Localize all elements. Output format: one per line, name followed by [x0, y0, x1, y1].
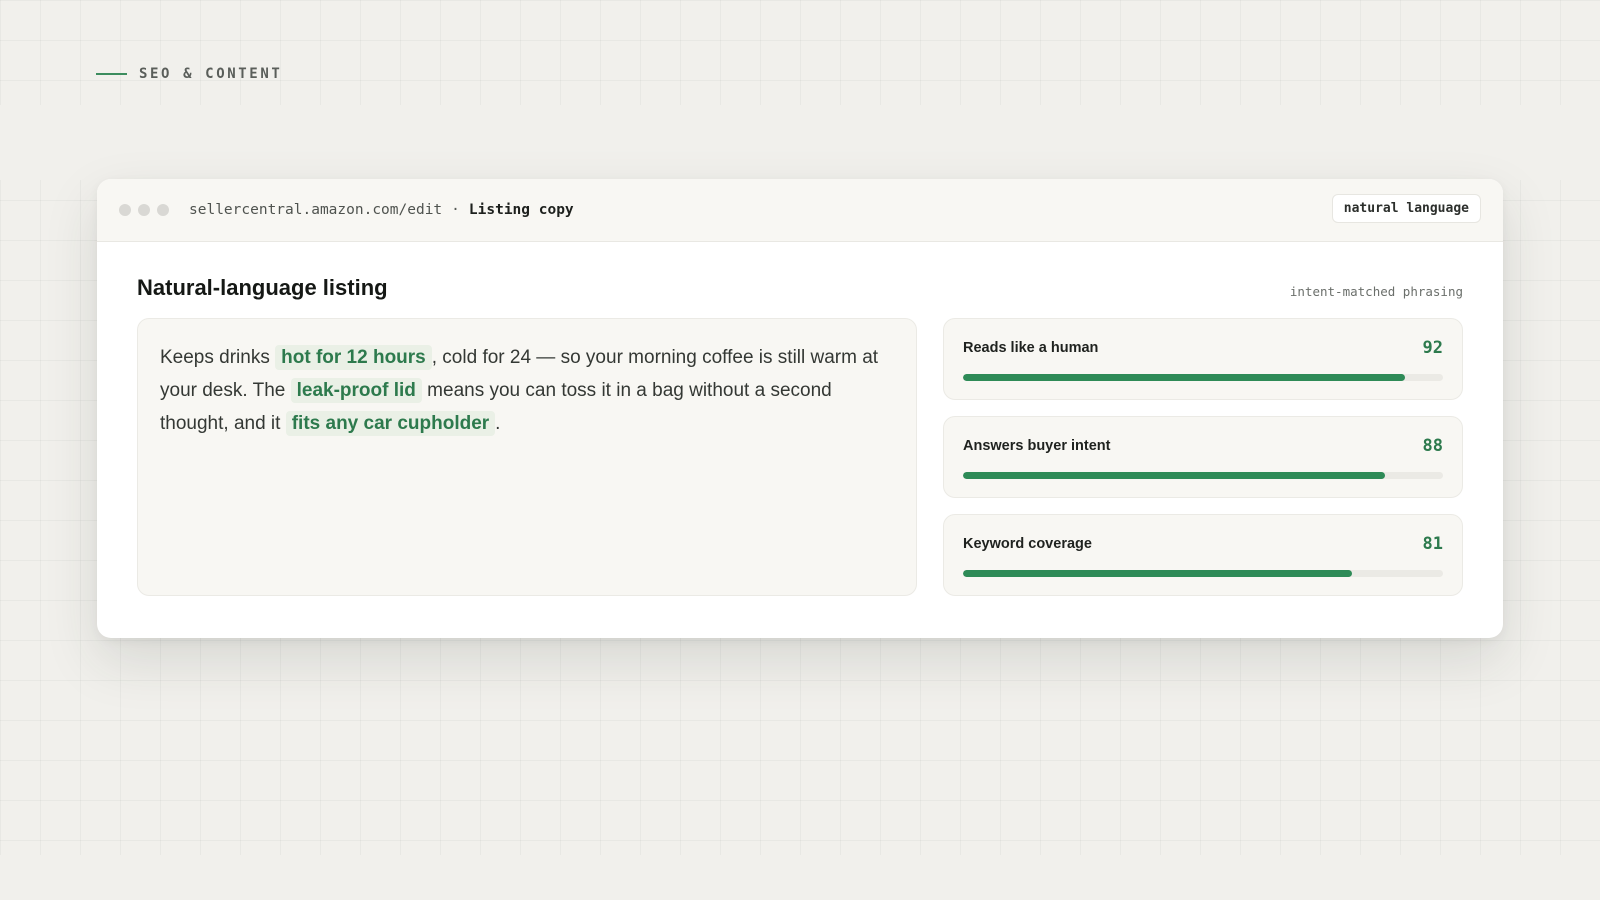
page-title: Natural-language listing: [137, 275, 388, 300]
metric-card: Reads like a human 92: [943, 318, 1463, 400]
highlighted-phrase: leak-proof lid: [290, 378, 422, 403]
score-panel: Reads like a human 92 Answers buyer inte…: [943, 318, 1463, 596]
metric-label: Reads like a human: [963, 340, 1099, 356]
score-bar-fill: [963, 374, 1405, 381]
url-separator: ·: [451, 202, 460, 218]
mode-badge: natural language: [1331, 194, 1481, 223]
eyebrow-line: [96, 73, 127, 75]
metric-label: Keyword coverage: [963, 536, 1092, 552]
close-dot-icon[interactable]: [119, 204, 131, 216]
highlighted-phrase: hot for 12 hours: [275, 345, 432, 370]
metric-card: Answers buyer intent 88: [943, 416, 1463, 498]
metric-score: 88: [1422, 436, 1443, 456]
background-band: [0, 855, 1600, 900]
browser-window: sellercentral.amazon.com/edit · Listing …: [97, 179, 1503, 638]
page-name: Listing copy: [468, 202, 574, 218]
score-bar-track: [963, 472, 1443, 479]
eyebrow-label: SEO & CONTENT: [139, 66, 283, 82]
url-text: sellercentral.amazon.com/edit: [189, 202, 443, 218]
main-content: Natural-language listing intent-matched …: [97, 242, 1503, 638]
window-titlebar: sellercentral.amazon.com/edit · Listing …: [97, 179, 1503, 242]
listing-copy-editor[interactable]: Keeps drinks hot for 12 hours, cold for …: [137, 318, 917, 596]
score-bar-track: [963, 374, 1443, 381]
metric-score: 81: [1422, 534, 1443, 554]
minimize-dot-icon[interactable]: [138, 204, 150, 216]
metric-label: Answers buyer intent: [963, 438, 1111, 454]
address-bar[interactable]: sellercentral.amazon.com/edit · Listing …: [189, 202, 574, 218]
window-controls: [119, 204, 169, 216]
copy-text: .: [495, 413, 501, 434]
section-eyebrow: SEO & CONTENT: [96, 66, 282, 82]
score-bar-fill: [963, 570, 1352, 577]
maximize-dot-icon[interactable]: [157, 204, 169, 216]
metric-card: Keyword coverage 81: [943, 514, 1463, 596]
score-bar-track: [963, 570, 1443, 577]
copy-text: Keeps drinks: [160, 347, 276, 368]
score-bar-fill: [963, 472, 1386, 479]
background-band: [0, 105, 1600, 180]
highlighted-phrase: fits any car cupholder: [285, 411, 496, 436]
metric-score: 92: [1422, 338, 1443, 358]
page-subtitle: intent-matched phrasing: [1289, 284, 1463, 299]
